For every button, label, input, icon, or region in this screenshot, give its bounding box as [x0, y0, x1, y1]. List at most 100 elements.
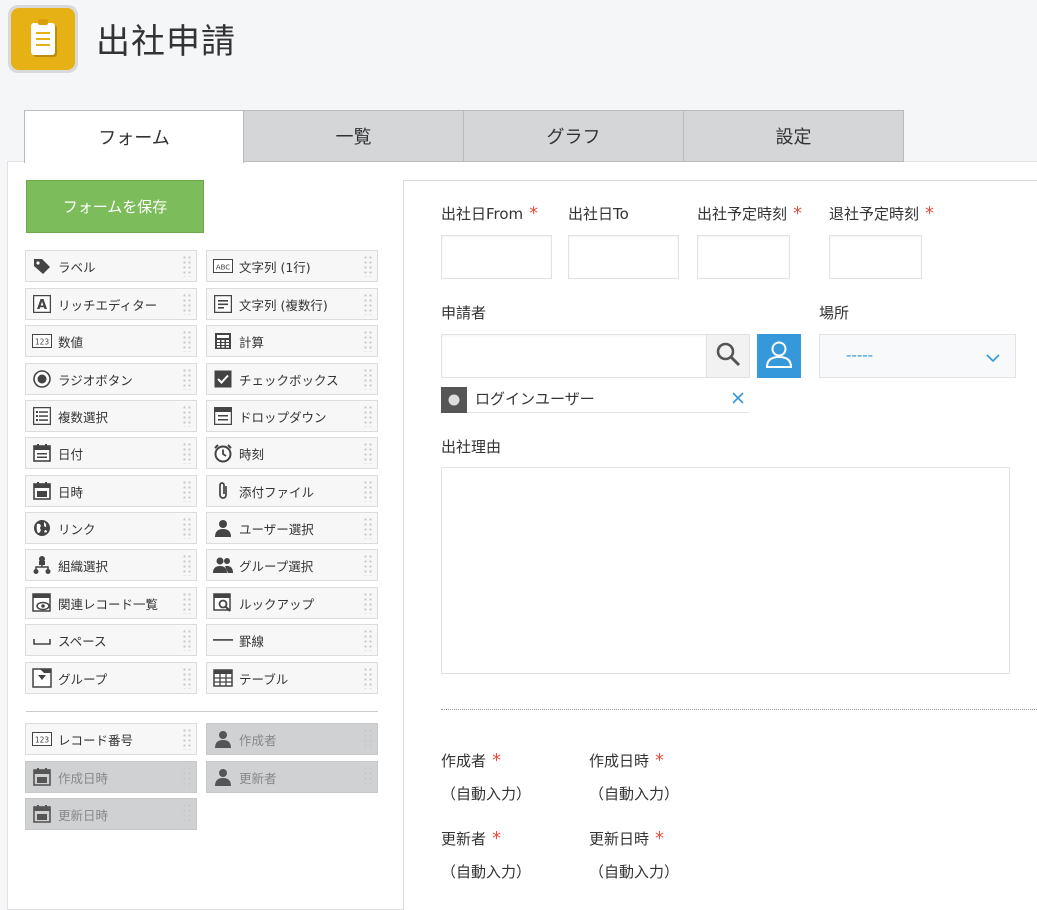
app-title: 出社申請: [96, 22, 236, 62]
palette-item-text: ラベル: [58, 259, 96, 275]
palette-item-radio-button[interactable]: ラジオボタン: [25, 363, 197, 395]
location-dropdown[interactable]: -----: [819, 334, 1016, 378]
chevron-down-icon: [985, 349, 1001, 368]
palette-item-label[interactable]: ラベル: [25, 250, 197, 282]
end-time-field[interactable]: [829, 235, 922, 279]
palette-item-attachment[interactable]: 添付ファイル: [206, 475, 378, 507]
palette-item-rich-editor[interactable]: A リッチエディター: [25, 288, 197, 320]
drag-handle[interactable]: [182, 442, 192, 464]
drag-handle[interactable]: [363, 480, 373, 502]
required-mark: *: [492, 828, 502, 849]
date-from-field[interactable]: [441, 235, 552, 279]
drag-handle[interactable]: [363, 554, 373, 576]
required-mark: *: [492, 750, 502, 771]
rich-editor-icon: A: [32, 294, 52, 314]
start-time-field[interactable]: [697, 235, 790, 279]
radio-icon: [32, 369, 52, 389]
drag-handle[interactable]: [182, 368, 192, 390]
date-to-field[interactable]: [568, 235, 679, 279]
drag-handle[interactable]: [182, 667, 192, 689]
palette-item-datetime[interactable]: 日時: [25, 475, 197, 507]
drag-handle[interactable]: [182, 405, 192, 427]
palette-item-table[interactable]: テーブル: [206, 662, 378, 694]
drag-handle[interactable]: [363, 592, 373, 614]
palette-item-checkbox[interactable]: チェックボックス: [206, 363, 378, 395]
palette-item-calculation[interactable]: 計算: [206, 325, 378, 357]
number-123-icon: 123: [32, 331, 52, 351]
datetime-icon: [32, 804, 52, 824]
section-divider: [441, 709, 1037, 710]
close-icon[interactable]: [731, 390, 745, 409]
drag-handle[interactable]: [182, 554, 192, 576]
tab-list[interactable]: 一覧: [244, 110, 464, 162]
tab-settings[interactable]: 設定: [684, 110, 904, 162]
palette-item-group[interactable]: グループ: [25, 662, 197, 694]
drag-handle[interactable]: [182, 728, 192, 750]
reason-textarea[interactable]: [441, 467, 1010, 674]
palette-item-text: 数値: [58, 334, 84, 350]
palette-item-text: 組織選択: [58, 558, 109, 574]
palette-item-text: 文字列 (1行): [239, 259, 311, 275]
drag-handle[interactable]: [363, 667, 373, 689]
palette-item-multi-line-text[interactable]: 文字列 (複数行): [206, 288, 378, 320]
palette-item-time[interactable]: 時刻: [206, 437, 378, 469]
palette-item-date[interactable]: 日付: [25, 437, 197, 469]
user-icon: [213, 729, 233, 749]
drag-handle[interactable]: [182, 629, 192, 651]
user-icon: [213, 767, 233, 787]
palette-item-user-select[interactable]: ユーザー選択: [206, 512, 378, 544]
number-123-icon: 123: [32, 729, 52, 749]
palette-item-text: 関連レコード一覧: [58, 596, 159, 612]
applicant-search-button[interactable]: [706, 334, 750, 378]
palette-item-group-select[interactable]: グループ選択: [206, 549, 378, 581]
paperclip-icon: [213, 481, 233, 501]
drag-handle[interactable]: [363, 368, 373, 390]
palette-item-text: 複数選択: [58, 409, 109, 425]
drag-handle[interactable]: [363, 442, 373, 464]
tab-graph[interactable]: グラフ: [464, 110, 684, 162]
tag-icon: [32, 256, 52, 276]
palette-item-related-records[interactable]: 関連レコード一覧: [25, 587, 197, 619]
user-picker-button[interactable]: [757, 334, 801, 378]
palette-item-record-number[interactable]: 123 レコード番号: [25, 723, 197, 755]
save-form-button[interactable]: フォームを保存: [26, 180, 204, 233]
drag-handle[interactable]: [182, 480, 192, 502]
svg-text:123: 123: [35, 338, 50, 347]
palette-item-text: グループ: [58, 671, 108, 687]
palette-item-org-select[interactable]: 組織選択: [25, 549, 197, 581]
group-icon: [213, 555, 233, 575]
drag-handle[interactable]: [363, 405, 373, 427]
palette-item-lookup[interactable]: ルックアップ: [206, 587, 378, 619]
palette-item-created-at: 作成日時: [25, 761, 197, 793]
drag-handle[interactable]: [182, 330, 192, 352]
drag-handle[interactable]: [363, 330, 373, 352]
palette-item-link[interactable]: リンク: [25, 512, 197, 544]
palette-item-single-line-text[interactable]: ABC 文字列 (1行): [206, 250, 378, 282]
tab-form[interactable]: フォーム: [24, 110, 244, 163]
applicant-search-input[interactable]: [441, 334, 707, 378]
drag-handle[interactable]: [182, 517, 192, 539]
palette-item-number[interactable]: 123 数値: [25, 325, 197, 357]
palette-item-border[interactable]: 罫線: [206, 624, 378, 656]
drag-handle: [363, 728, 373, 750]
palette-item-text: リッチエディター: [58, 297, 158, 313]
field-label-creator: 作成者 *: [441, 750, 502, 771]
svg-text:A: A: [37, 298, 47, 313]
drag-handle[interactable]: [363, 255, 373, 277]
drag-handle[interactable]: [363, 517, 373, 539]
drag-handle[interactable]: [363, 629, 373, 651]
app-icon: [8, 5, 78, 73]
updated-at-auto-value: （自動入力）: [589, 863, 680, 881]
drag-handle[interactable]: [363, 293, 373, 315]
palette-item-multi-select[interactable]: 複数選択: [25, 400, 197, 432]
drag-handle[interactable]: [182, 592, 192, 614]
palette-item-dropdown[interactable]: ドロップダウン: [206, 400, 378, 432]
drag-handle[interactable]: [182, 255, 192, 277]
palette-item-space[interactable]: スペース: [25, 624, 197, 656]
related-records-icon: [32, 593, 52, 613]
required-mark: *: [793, 203, 803, 224]
search-icon: [715, 341, 741, 371]
required-mark: *: [925, 203, 935, 224]
location-dropdown-value: -----: [846, 346, 874, 364]
drag-handle[interactable]: [182, 293, 192, 315]
